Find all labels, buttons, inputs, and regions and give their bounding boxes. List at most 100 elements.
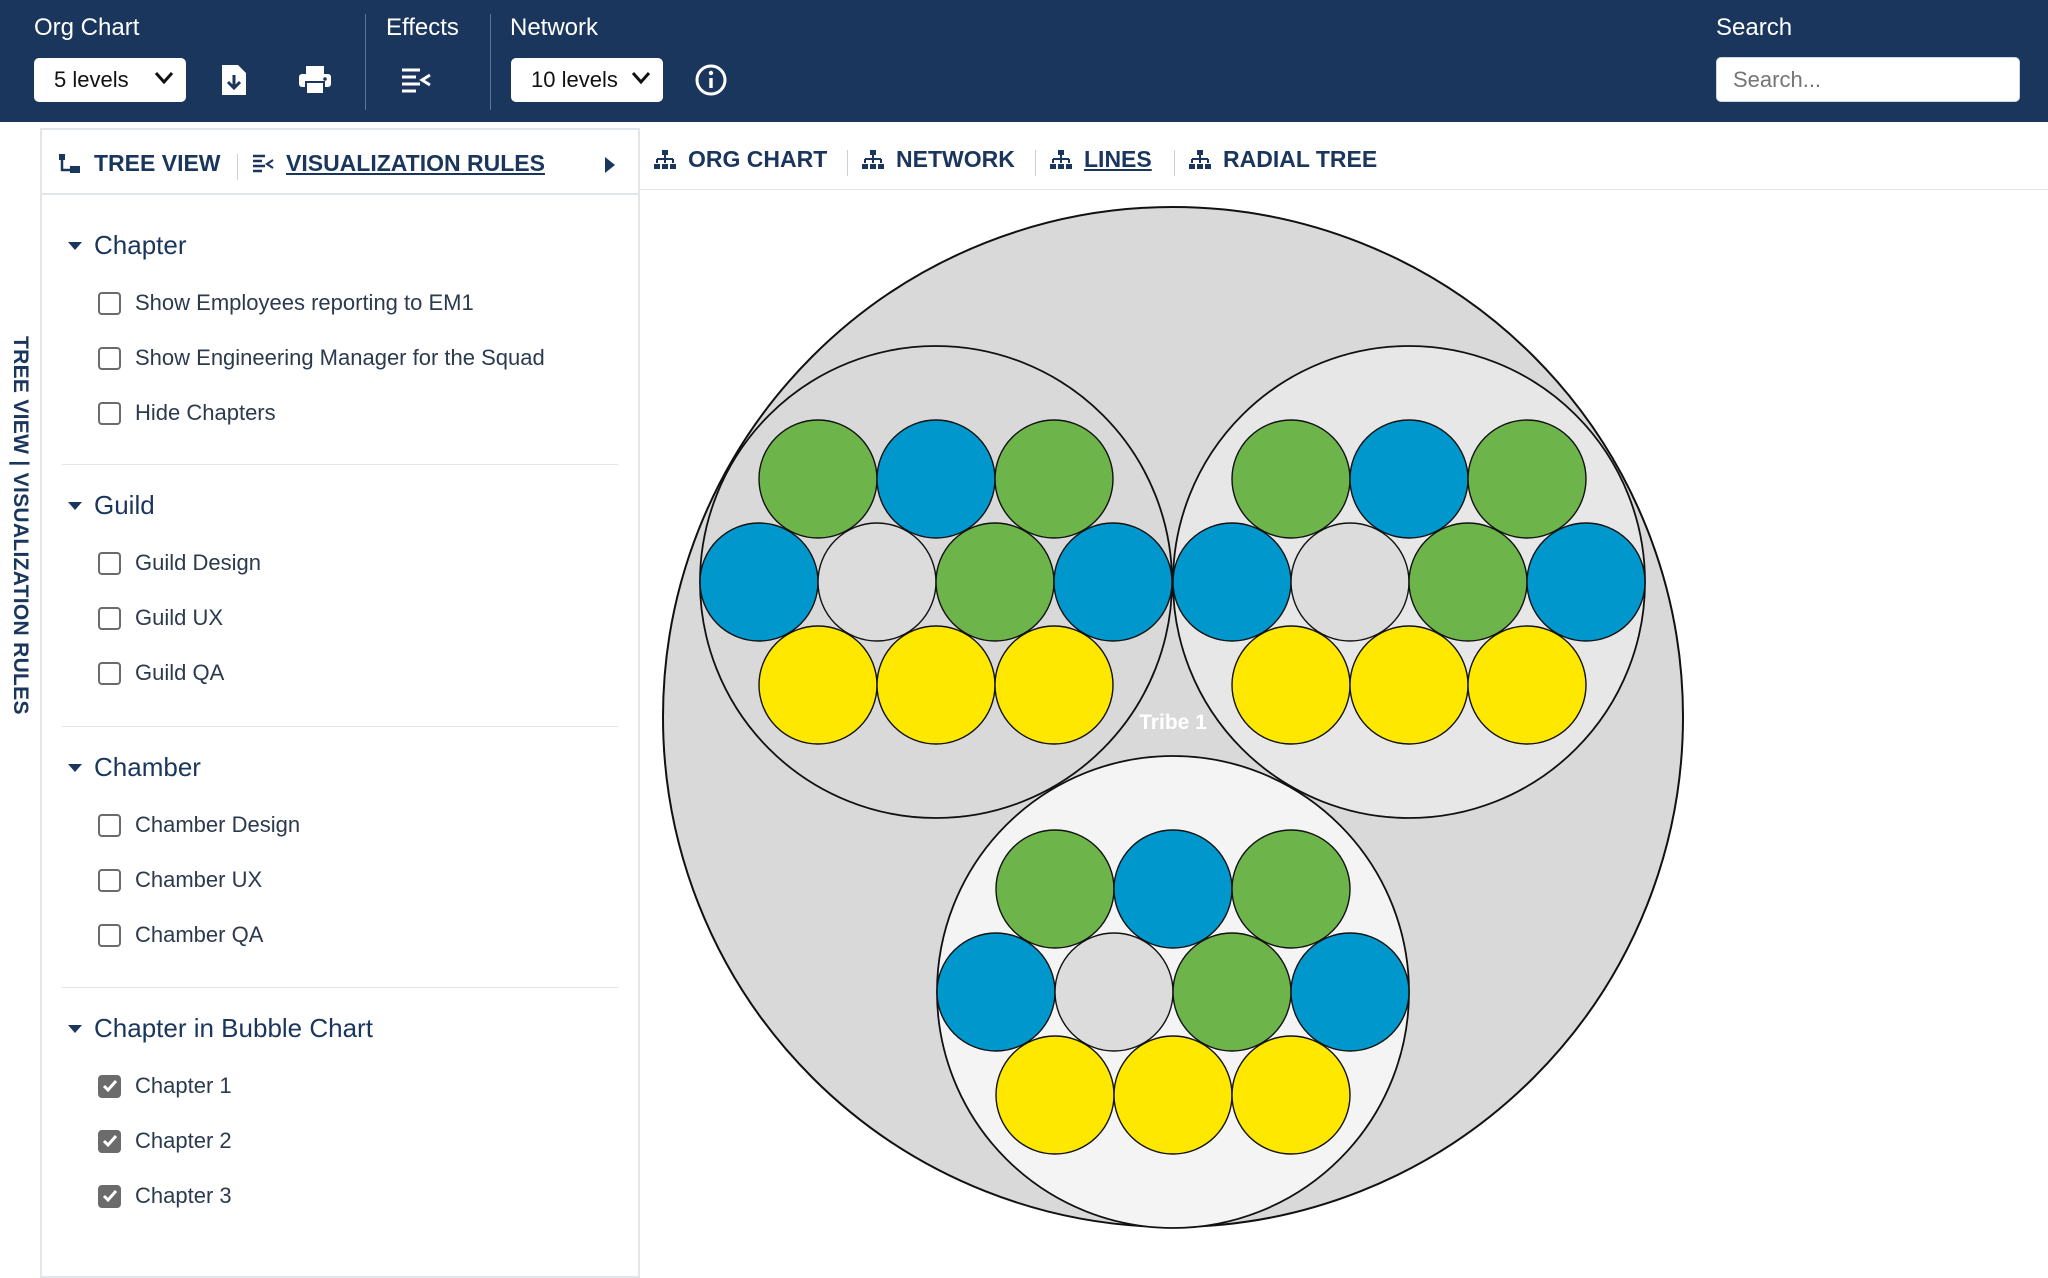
tab-lines[interactable]: LINES bbox=[1050, 146, 1152, 173]
rule-checkbox-row[interactable]: Show Engineering Manager for the Squad bbox=[98, 345, 545, 371]
rule-checkbox[interactable] bbox=[98, 551, 121, 575]
member-bubble[interactable] bbox=[1467, 419, 1587, 539]
member-bubble[interactable] bbox=[699, 522, 819, 642]
rule-checkbox[interactable] bbox=[98, 813, 121, 837]
bubble-chart[interactable]: Tribe 1 bbox=[640, 192, 2048, 1278]
section-title: Chapter in Bubble Chart bbox=[94, 1013, 373, 1043]
hierarchy-icon bbox=[1189, 149, 1211, 169]
tab-org-chart[interactable]: ORG CHART bbox=[654, 146, 827, 173]
member-bubble[interactable] bbox=[1290, 522, 1410, 642]
member-bubble[interactable] bbox=[1290, 932, 1410, 1052]
rule-label: Chapter 1 bbox=[135, 1073, 232, 1098]
member-bubble[interactable] bbox=[1231, 419, 1351, 539]
section-header[interactable]: Guild bbox=[68, 490, 155, 521]
member-bubble[interactable] bbox=[1231, 1035, 1351, 1155]
org-levels-value: 5 levels bbox=[54, 67, 129, 92]
rule-label: Hide Chapters bbox=[135, 400, 276, 425]
search-input[interactable] bbox=[1716, 57, 2020, 102]
member-bubble[interactable] bbox=[758, 419, 878, 539]
hierarchy-icon bbox=[862, 149, 884, 169]
member-bubble[interactable] bbox=[1231, 829, 1351, 949]
rule-checkbox-row[interactable]: Guild Design bbox=[98, 550, 261, 576]
tab-radial-tree-label: RADIAL TREE bbox=[1223, 146, 1378, 172]
section-header[interactable]: Chapter bbox=[68, 230, 187, 261]
member-bubble[interactable] bbox=[1054, 932, 1174, 1052]
tab-visualization-rules[interactable]: VISUALIZATION RULES bbox=[252, 150, 545, 177]
rule-checkbox-row[interactable]: Chapter 3 bbox=[98, 1183, 232, 1209]
rule-checkbox-row[interactable]: Guild QA bbox=[98, 660, 224, 686]
member-bubble[interactable] bbox=[1349, 625, 1469, 745]
rule-checkbox[interactable] bbox=[98, 661, 121, 685]
view-tabs: ORG CHART NETWORK LINES RADIAL TREE bbox=[640, 130, 2048, 190]
rule-checkbox[interactable] bbox=[98, 1074, 121, 1098]
member-bubble[interactable] bbox=[1231, 625, 1351, 745]
tab-divider bbox=[237, 154, 238, 180]
rule-checkbox-row[interactable]: Chamber QA bbox=[98, 922, 263, 948]
rule-checkbox[interactable] bbox=[98, 291, 121, 315]
rule-checkbox[interactable] bbox=[98, 401, 121, 425]
member-bubble[interactable] bbox=[1113, 1035, 1233, 1155]
rule-checkbox-row[interactable]: Hide Chapters bbox=[98, 400, 276, 426]
tribe-label: Tribe 1 bbox=[1139, 711, 1207, 734]
member-bubble[interactable] bbox=[1172, 932, 1292, 1052]
toolbar-divider bbox=[365, 14, 366, 110]
rail-label: TREE VIEW | VISUALIZATION RULES bbox=[9, 336, 32, 715]
member-bubble[interactable] bbox=[1349, 419, 1469, 539]
rule-checkbox[interactable] bbox=[98, 606, 121, 630]
tab-radial-tree[interactable]: RADIAL TREE bbox=[1189, 146, 1377, 173]
rule-label: Show Engineering Manager for the Squad bbox=[135, 345, 545, 370]
rule-checkbox[interactable] bbox=[98, 346, 121, 370]
member-bubble[interactable] bbox=[1408, 522, 1528, 642]
section-title: Guild bbox=[94, 490, 155, 520]
section-divider bbox=[62, 726, 618, 727]
collapsed-panel-rail[interactable]: TREE VIEW | VISUALIZATION RULES bbox=[0, 124, 40, 1278]
member-bubble[interactable] bbox=[1467, 625, 1587, 745]
member-bubble[interactable] bbox=[758, 625, 878, 745]
rule-checkbox[interactable] bbox=[98, 1129, 121, 1153]
rule-label: Chamber UX bbox=[135, 867, 263, 892]
rule-checkbox-row[interactable]: Chamber Design bbox=[98, 812, 300, 838]
member-bubble[interactable] bbox=[936, 932, 1056, 1052]
top-toolbar: Org Chart 5 levels Effects Network 10 le… bbox=[0, 0, 2048, 122]
section-header[interactable]: Chamber bbox=[68, 752, 201, 783]
info-icon[interactable] bbox=[691, 60, 731, 100]
tab-tree-view[interactable]: TREE VIEW bbox=[58, 150, 221, 177]
visualization-rules-panel: TREE VIEW VISUALIZATION RULES Chapter Sho… bbox=[40, 128, 640, 1278]
member-bubble[interactable] bbox=[935, 522, 1055, 642]
check-icon bbox=[102, 1080, 117, 1093]
tab-network-label: NETWORK bbox=[896, 146, 1015, 172]
member-bubble[interactable] bbox=[876, 419, 996, 539]
caret-down-icon bbox=[68, 241, 82, 250]
rule-checkbox[interactable] bbox=[98, 868, 121, 892]
member-bubble[interactable] bbox=[994, 625, 1114, 745]
member-bubble[interactable] bbox=[1113, 829, 1233, 949]
rule-checkbox[interactable] bbox=[98, 1184, 121, 1208]
org-levels-select[interactable]: 5 levels bbox=[34, 58, 186, 102]
check-icon bbox=[102, 1135, 117, 1148]
section-header[interactable]: Chapter in Bubble Chart bbox=[68, 1013, 373, 1044]
member-bubble[interactable] bbox=[876, 625, 996, 745]
rule-checkbox-row[interactable]: Guild UX bbox=[98, 605, 223, 631]
print-icon[interactable] bbox=[295, 60, 335, 100]
effects-list-icon[interactable] bbox=[396, 60, 436, 100]
member-bubble[interactable] bbox=[995, 1035, 1115, 1155]
rule-checkbox[interactable] bbox=[98, 923, 121, 947]
rule-checkbox-row[interactable]: Chapter 2 bbox=[98, 1128, 232, 1154]
rule-checkbox-row[interactable]: Chamber UX bbox=[98, 867, 262, 893]
section-title: Chamber bbox=[94, 752, 201, 782]
rule-checkbox-row[interactable]: Show Employees reporting to EM1 bbox=[98, 290, 474, 316]
section-title: Chapter bbox=[94, 230, 187, 260]
network-levels-select[interactable]: 10 levels bbox=[511, 58, 663, 102]
member-bubble[interactable] bbox=[994, 419, 1114, 539]
caret-right-icon[interactable] bbox=[604, 156, 616, 174]
member-bubble[interactable] bbox=[1053, 522, 1173, 642]
member-bubble[interactable] bbox=[1172, 522, 1292, 642]
tab-visualization-rules-label: VISUALIZATION RULES bbox=[286, 150, 545, 176]
tab-network[interactable]: NETWORK bbox=[862, 146, 1015, 173]
member-bubble[interactable] bbox=[817, 522, 937, 642]
member-bubble[interactable] bbox=[995, 829, 1115, 949]
rule-checkbox-row[interactable]: Chapter 1 bbox=[98, 1073, 232, 1099]
download-icon[interactable] bbox=[214, 60, 254, 100]
tab-divider bbox=[1174, 150, 1175, 176]
member-bubble[interactable] bbox=[1526, 522, 1646, 642]
